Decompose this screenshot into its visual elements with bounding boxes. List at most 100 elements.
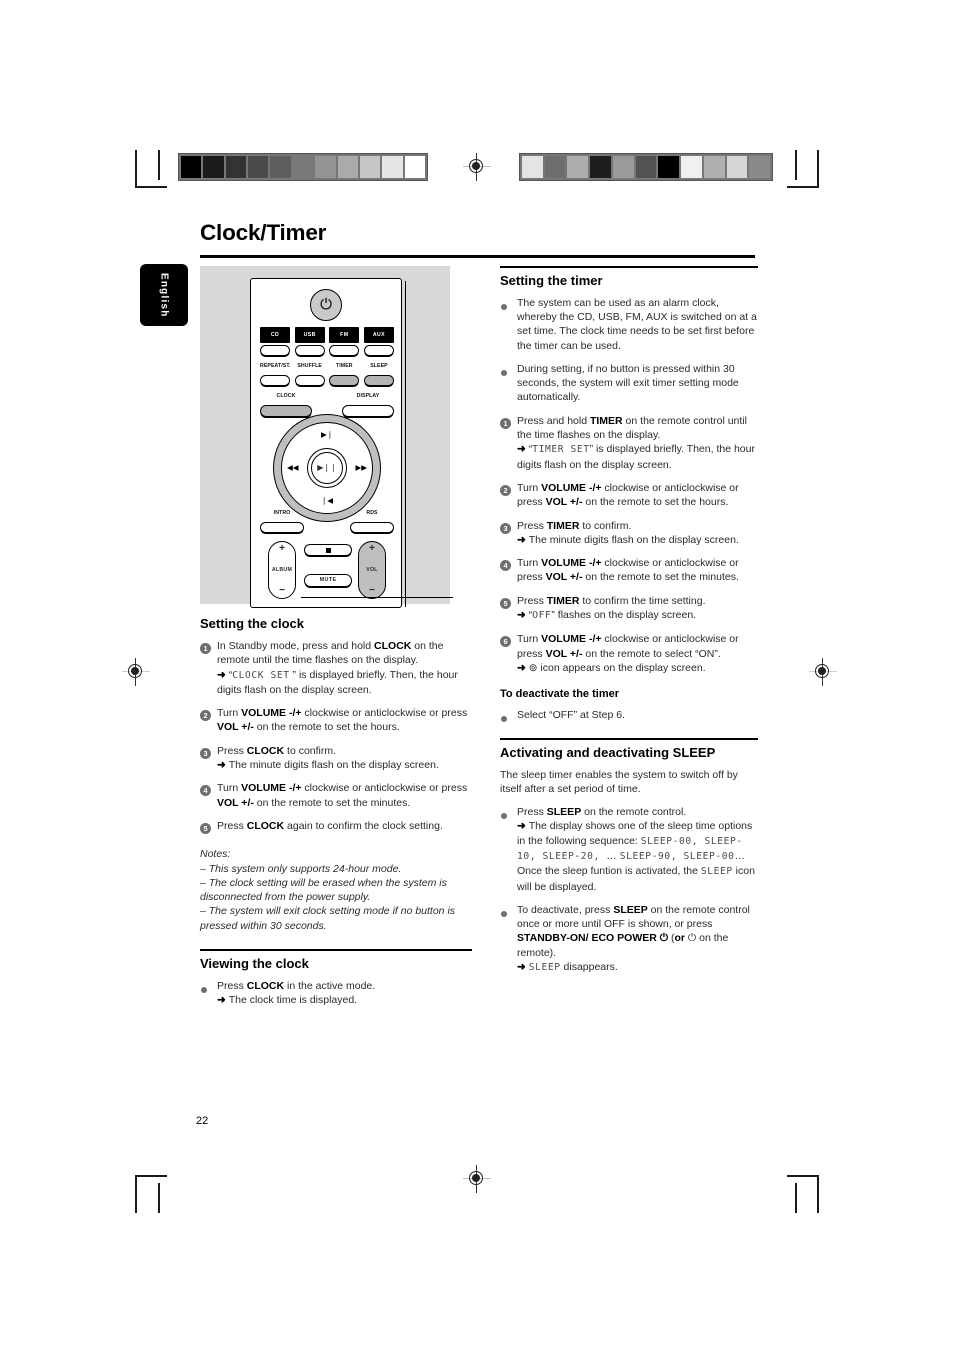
lcd-display-text: CLOCK SET: [232, 669, 290, 681]
remote-rds-key: [350, 521, 394, 533]
step-body: During setting, if no button is pressed …: [517, 362, 758, 405]
step-number-marker: 2: [200, 706, 217, 735]
source-key-cd: [260, 344, 290, 356]
crop-mark-top-left-h: [135, 186, 167, 188]
step-body: To deactivate, press SLEEP on the remote…: [517, 903, 758, 975]
step-number-marker: 1: [500, 414, 517, 472]
function-label-timer: TIMER: [335, 363, 353, 369]
step-body: Turn VOLUME -/+ clockwise or anticlockwi…: [517, 632, 758, 675]
result-arrow-icon: ➜: [517, 609, 529, 622]
body-text: …: [606, 849, 620, 862]
emphasis-text: VOLUME -/+: [241, 707, 302, 720]
step-text-line: Turn VOLUME -/+ clockwise or anticlockwi…: [217, 781, 472, 810]
remote-rds-button: RDS: [350, 506, 394, 533]
play-pause-ring: [311, 452, 343, 484]
emphasis-text: STANDBY-ON/ ECO POWER ⏻: [517, 932, 669, 945]
gray-swatch-10: [404, 156, 425, 178]
language-tab-label: English: [158, 272, 170, 318]
step-number-marker: 5: [200, 819, 217, 834]
lcd-display-text: SLEEP-90, SLEEP-00: [619, 850, 735, 862]
steps-setting-the-clock: 1 In Standby mode, press and hold CLOCK o…: [200, 639, 472, 834]
body-text: During setting, if no button is pressed …: [517, 362, 739, 404]
instruction-step: 4 Turn VOLUME -/+ clockwise or anticlockw…: [500, 556, 758, 585]
step-result-line: ➜ ⊚ icon appears on the display screen.: [517, 661, 758, 675]
step-number-badge: 4: [500, 560, 511, 572]
section-setting-the-timer: Setting the timer The system can be used…: [500, 266, 758, 722]
step-result-line: ➜ The display shows one of the sleep tim…: [517, 819, 758, 893]
body-text: to confirm.: [579, 519, 632, 532]
body-text: on the remote control.: [581, 806, 687, 819]
bullet-dot-icon: [501, 910, 507, 917]
gray-swatch-1: [544, 156, 566, 178]
gray-swatch-9: [726, 156, 748, 178]
body-text: again to confirm the clock setting.: [284, 819, 443, 832]
instruction-step: 5 Press CLOCK again to confirm the clock …: [200, 819, 472, 834]
step-result-line: ➜ The clock time is displayed.: [217, 993, 472, 1007]
source-key-aux: [363, 344, 394, 356]
gray-swatch-4: [612, 156, 634, 178]
step-body: Press TIMER to confirm the time setting.…: [517, 594, 758, 624]
step-result-line: ➜ “CLOCK SET ” is displayed briefly. The…: [217, 668, 472, 698]
step-text-line: Turn VOLUME -/+ clockwise or anticlockwi…: [217, 706, 472, 735]
step-number-badge: 3: [200, 747, 211, 759]
function-button-timer: TIMER: [329, 359, 360, 386]
volume-minus: −: [369, 584, 375, 596]
body-text: Turn: [217, 782, 242, 795]
remote-rds-label: RDS: [366, 510, 378, 516]
function-label-repeat: REPEAT/ST.: [260, 363, 291, 369]
body-text: on the remote to set the minutes.: [582, 571, 739, 584]
crop-mark-bottom-right-v2: [795, 1183, 797, 1213]
gray-swatch-7: [337, 156, 358, 178]
step-body: Turn VOLUME -/+ clockwise or anticlockwi…: [517, 481, 758, 510]
rewind-icon: ◀◀: [287, 462, 299, 472]
bullet-marker: [500, 362, 517, 405]
remote-intro-key: [260, 521, 304, 533]
step-body: Press CLOCK in the active mode. ➜ The clo…: [217, 979, 472, 1008]
emphasis-text: CLOCK: [246, 979, 285, 992]
source-button-fm: FM: [329, 327, 360, 356]
function-button-repeat: REPEAT/ST.: [260, 359, 290, 386]
title-divider: [200, 255, 755, 258]
remote-clock-key: [260, 404, 312, 417]
instruction-step: 3 Press CLOCK to confirm. ➜ The minute dig…: [200, 744, 472, 773]
body-text: Press: [217, 979, 247, 992]
gray-swatch-2: [567, 156, 589, 178]
emphasis-text: TIMER: [589, 414, 623, 427]
step-number-badge: 3: [500, 522, 511, 534]
remote-clock-button: CLOCK: [260, 389, 312, 417]
crop-mark-bottom-left-v: [135, 1175, 137, 1213]
source-tag-fm: FM: [329, 327, 360, 344]
remote-control-figure: ⏻ CD USB FM AUX REPEAT/ST. SHUFFLE TIMER…: [200, 266, 453, 608]
step-body: Press and hold TIMER on the remote contr…: [517, 414, 758, 472]
setting-timer-divider: [500, 266, 758, 268]
gray-swatch-10: [749, 156, 771, 178]
emphasis-text: VOLUME -/+: [541, 557, 602, 570]
step-body: Turn VOLUME -/+ clockwise or anticlockwi…: [217, 781, 472, 810]
viewing-clock-divider: [200, 949, 472, 951]
section-viewing-the-clock: Viewing the clock Press CLOCK in the act…: [200, 949, 472, 1007]
emphasis-text: CLOCK: [246, 819, 285, 832]
emphasis-text: TIMER: [546, 594, 580, 607]
step-text-line: Press TIMER to confirm the time setting.: [517, 594, 758, 608]
instruction-step: 2 Turn VOLUME -/+ clockwise or anticlockw…: [500, 481, 758, 510]
gray-swatch-5: [635, 156, 657, 178]
gray-swatch-6: [315, 156, 336, 178]
grayscale-calibration-strip-left: [178, 153, 428, 181]
body-text: clockwise or anticlockwise or press: [301, 782, 468, 795]
body-text: Press: [517, 806, 547, 819]
remote-body: ⏻ CD USB FM AUX REPEAT/ST. SHUFFLE TIMER…: [250, 278, 453, 608]
heading-viewing-the-clock: Viewing the clock: [200, 955, 309, 971]
lcd-display-text: TIMER SET: [532, 444, 590, 456]
body-text: The system can be used as an alarm clock…: [517, 296, 757, 352]
steps-deactivate-the-timer: Select “OFF” at Step 6.: [500, 708, 758, 722]
bullet-dot-icon: [501, 369, 507, 376]
sleep-intro-text: The sleep timer enables the system to sw…: [500, 768, 738, 795]
album-plus: +: [279, 543, 285, 554]
body-text: to confirm the time setting.: [579, 594, 706, 607]
right-column: Setting the timer The system can be used…: [500, 266, 758, 984]
step-result-line: ➜ SLEEP disappears.: [517, 960, 758, 975]
remote-clock-label: CLOCK: [276, 393, 296, 399]
step-text-line: Press CLOCK to confirm.: [217, 744, 472, 758]
emphasis-text: VOL +/-: [217, 796, 254, 809]
instruction-step: 3 Press TIMER to confirm. ➜ The minute dig…: [500, 519, 758, 548]
